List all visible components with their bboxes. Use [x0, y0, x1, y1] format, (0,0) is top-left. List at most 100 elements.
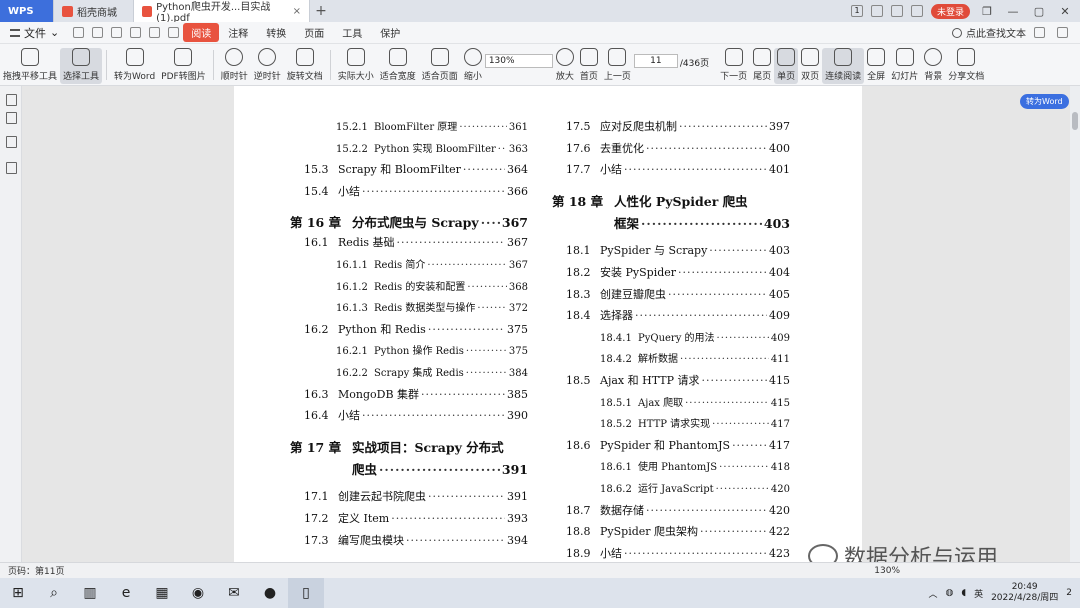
notification-icon[interactable]: 2: [1066, 588, 1072, 598]
maximize-icon[interactable]: ▢: [1030, 5, 1048, 18]
toc-entry[interactable]: 15.4 小结 366: [304, 183, 528, 199]
edge-icon[interactable]: e: [108, 578, 144, 608]
network-icon[interactable]: ◍: [945, 588, 953, 598]
toc-entry[interactable]: 16.3 MongoDB 集群 385: [304, 386, 528, 402]
fullscreen-button[interactable]: 全屏: [864, 48, 888, 84]
redo-icon[interactable]: [149, 27, 161, 38]
menu-page[interactable]: 页面: [295, 25, 333, 40]
toc-entry[interactable]: 16.1.3 Redis 数据类型与操作 372: [336, 299, 528, 314]
select-tool-button[interactable]: 选择工具: [60, 48, 103, 84]
toc-entry[interactable]: 16.4 小结 390: [304, 407, 528, 423]
status-zoom[interactable]: 130%: [874, 566, 900, 576]
continuous-read-button[interactable]: 连续阅读: [822, 48, 865, 84]
scroll-thumb[interactable]: [1072, 112, 1078, 130]
annotation-icon[interactable]: [6, 136, 17, 148]
toc-entry[interactable]: 18.5.1 Ajax 爬取 415: [600, 394, 790, 409]
toc-entry[interactable]: 第 16 章分布式爬虫与 Scrapy 367: [290, 212, 528, 231]
file-menu[interactable]: 文件 ⌄: [0, 25, 69, 41]
thumbnail-icon[interactable]: [6, 94, 17, 106]
toc-entry[interactable]: 18.5.2 HTTP 请求实现 417: [600, 415, 790, 430]
rotate-doc-button[interactable]: 旋转文档: [284, 48, 326, 84]
save-icon[interactable]: [92, 27, 104, 38]
toc-entry[interactable]: 爬虫 391: [352, 459, 528, 478]
attachment-icon[interactable]: [6, 162, 17, 174]
toc-entry[interactable]: 16.1.1 Redis 简介 367: [336, 256, 528, 271]
toc-entry[interactable]: 第 17 章实战项目：Scrapy 分布式: [290, 437, 528, 456]
toc-entry[interactable]: 15.2.2 Python 实现 BloomFilter 363: [336, 140, 528, 155]
toc-entry[interactable]: 17.6 去重优化 400: [566, 140, 790, 156]
minimize-icon[interactable]: —: [1004, 5, 1022, 18]
document-area[interactable]: 15.2.1 BloomFilter 原理 361 15.2.2 Python 实现 B…: [22, 86, 1070, 562]
to-word-button[interactable]: 转为Word: [111, 48, 158, 84]
gear-icon[interactable]: [1034, 27, 1045, 38]
toc-entry[interactable]: 18.4.2 解析数据 411: [600, 350, 790, 365]
close-window-icon[interactable]: ✕: [1056, 5, 1074, 18]
tab-pdf[interactable]: Python爬虫开发...目实战(1).pdf ×: [134, 0, 310, 24]
wps-app-icon[interactable]: ▯: [288, 578, 324, 608]
toc-entry[interactable]: 18.6.1 使用 PhantomJS 418: [600, 458, 790, 473]
page-number-input[interactable]: 11: [633, 54, 678, 68]
tab-store[interactable]: 稻壳商城: [54, 0, 134, 22]
last-page-button[interactable]: 尾页: [750, 48, 774, 84]
toc-entry[interactable]: 16.2.1 Python 操作 Redis 375: [336, 342, 528, 357]
menu-annotate[interactable]: 注释: [219, 25, 257, 40]
search-icon[interactable]: ⌕: [36, 578, 72, 608]
toc-entry[interactable]: 16.2 Python 和 Redis 375: [304, 321, 528, 337]
toc-entry[interactable]: 18.5 Ajax 和 HTTP 请求 415: [566, 372, 790, 388]
to-word-badge[interactable]: 转为Word: [1020, 94, 1069, 109]
menu-convert[interactable]: 转换: [257, 25, 295, 40]
toc-entry[interactable]: 17.2 定义 Item 393: [304, 510, 528, 526]
store-app-icon[interactable]: ▦: [144, 578, 180, 608]
tab-wps[interactable]: WPS: [0, 0, 54, 22]
actual-size-button[interactable]: 实际大小: [335, 48, 377, 84]
pan-tool-button[interactable]: 拖拽平移工具: [0, 48, 60, 84]
rotate-cw-button[interactable]: 顺时针: [218, 48, 251, 84]
toc-entry[interactable]: 17.5 应对反爬虫机制 397: [566, 118, 790, 134]
rotate-ccw-button[interactable]: 逆时针: [251, 48, 284, 84]
wechat-app-icon[interactable]: ●: [252, 578, 288, 608]
single-page-button[interactable]: 单页: [774, 48, 799, 84]
zoom-select[interactable]: 130%: [484, 54, 553, 68]
toc-entry[interactable]: 15.3 Scrapy 和 BloomFilter 364: [304, 161, 528, 177]
page-badge[interactable]: 1: [850, 5, 863, 17]
menu-protect[interactable]: 保护: [371, 25, 409, 40]
zoom-in-button[interactable]: 放大: [553, 48, 577, 84]
toc-entry[interactable]: 18.3 创建豆瓣爬虫 405: [566, 286, 790, 302]
chrome-icon[interactable]: ◉: [180, 578, 216, 608]
toc-entry[interactable]: 18.6.2 运行 JavaScript 420: [600, 480, 790, 495]
toc-entry[interactable]: 框架 403: [614, 213, 790, 232]
toc-entry[interactable]: 18.8 PySpider 爬虫架构 422: [566, 523, 790, 539]
print-icon[interactable]: [111, 27, 123, 38]
ime-indicator[interactable]: 英: [974, 587, 983, 600]
mail-icon[interactable]: ✉: [216, 578, 252, 608]
toc-entry[interactable]: 18.2 安装 PySpider 404: [566, 264, 790, 280]
toc-entry[interactable]: 16.1.2 Redis 的安装和配置 368: [336, 278, 528, 293]
double-page-button[interactable]: 双页: [798, 48, 822, 84]
undo-icon[interactable]: [130, 27, 142, 38]
apps-icon[interactable]: [910, 5, 923, 17]
restore-icon[interactable]: ❐: [978, 5, 996, 18]
toc-entry[interactable]: 17.7 小结 401: [566, 161, 790, 177]
toc-entry[interactable]: 18.4.1 PyQuery 的用法 409: [600, 329, 790, 344]
volume-icon[interactable]: ◖: [961, 588, 966, 598]
toc-entry[interactable]: 16.2.2 Scrapy 集成 Redis 384: [336, 364, 528, 379]
toc-entry[interactable]: 18.1 PySpider 与 Scrapy 403: [566, 242, 790, 258]
chevron-up-icon[interactable]: ︿: [928, 587, 937, 600]
outline-icon[interactable]: [6, 112, 17, 124]
toc-entry[interactable]: 17.1 创建云起书院爬虫 391: [304, 488, 528, 504]
fit-page-button[interactable]: 适合页面: [419, 48, 461, 84]
clock[interactable]: 20:49 2022/4/28/周四: [991, 582, 1058, 604]
slideshow-button[interactable]: 幻灯片: [888, 48, 921, 84]
start-icon[interactable]: ⊞: [0, 578, 36, 608]
skin-icon[interactable]: [890, 5, 903, 17]
menu-read[interactable]: 阅读: [183, 23, 220, 42]
more-icon[interactable]: [1057, 27, 1068, 38]
add-tab-button[interactable]: +: [310, 3, 332, 19]
toc-entry[interactable]: 16.1 Redis 基础 367: [304, 234, 528, 250]
background-button[interactable]: 背景: [921, 48, 945, 84]
toc-entry[interactable]: 18.7 数据存储 420: [566, 502, 790, 518]
share-doc-button[interactable]: 分享文档: [945, 48, 987, 84]
login-button[interactable]: 未登录: [930, 3, 970, 19]
vertical-scrollbar[interactable]: [1070, 86, 1080, 562]
find-text[interactable]: 点此查找文本: [952, 25, 1080, 40]
